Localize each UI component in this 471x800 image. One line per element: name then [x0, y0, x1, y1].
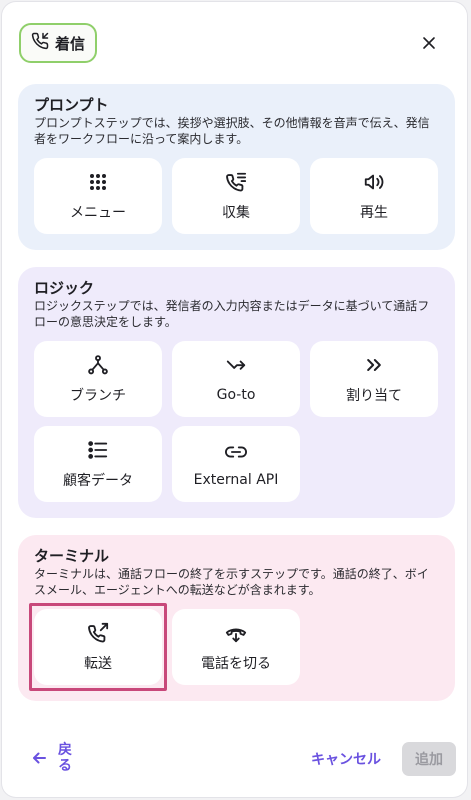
back-button[interactable]: 戻る — [32, 742, 74, 774]
tile-transfer[interactable]: 転送 — [29, 603, 167, 691]
header-title: 着信 — [54, 34, 85, 53]
incoming-call-icon — [31, 32, 49, 54]
tile-label: 転送 — [84, 655, 112, 672]
tile-label: ブランチ — [70, 387, 126, 404]
tile-goto[interactable]: Go-to — [172, 341, 300, 417]
tile-menu[interactable]: メニュー — [34, 158, 162, 234]
prompt-section: プロンプト プロンプトステップでは、挨拶や選択肢、その他情報を音声で伝え、発信者… — [18, 84, 455, 250]
incoming-call-badge: 着信 — [19, 23, 97, 63]
section-title: プロンプト — [34, 96, 109, 114]
tile-label: 再生 — [360, 204, 388, 221]
phone-forward-icon — [87, 622, 109, 644]
logic-section: ロジック ロジックステップでは、発信者の入力内容またはデータに基づいて通話フロー… — [18, 267, 455, 518]
section-description: ロジックステップでは、発信者の入力内容またはデータに基づいて通話フローの意思決定… — [34, 299, 430, 329]
step-picker-dialog: 着信 プロンプト プロンプトステップでは、挨拶や選択肢、その他情報を音声で伝え、… — [2, 2, 467, 797]
speaker-icon — [363, 171, 385, 193]
branch-icon — [87, 354, 109, 376]
tile-branch[interactable]: ブランチ — [34, 341, 162, 417]
tile-label: メニュー — [70, 204, 126, 221]
section-title: ターミナル — [34, 547, 110, 565]
tile-label: Go-to — [216, 386, 256, 403]
list-icon — [87, 439, 109, 461]
double-chevron-icon — [364, 354, 384, 376]
section-description: プロンプトステップでは、挨拶や選択肢、その他情報を音声で伝え、発信者をワークフロ… — [34, 116, 430, 146]
back-label: 戻る — [58, 742, 72, 774]
grid-dots-icon — [89, 171, 107, 193]
link-icon — [224, 441, 248, 463]
section-title: ロジック — [34, 279, 95, 297]
terminal-section: ターミナル ターミナルは、通話フローの終了を示すステップです。通話の終了、ボイス… — [18, 535, 455, 701]
tile-label: 割り当て — [346, 387, 402, 404]
close-button[interactable] — [415, 29, 443, 57]
tile-external-api[interactable]: External API — [172, 426, 300, 502]
tile-play[interactable]: 再生 — [310, 158, 438, 234]
tile-label: 収集 — [222, 204, 250, 221]
close-icon — [423, 37, 435, 49]
tile-collect[interactable]: 収集 — [172, 158, 300, 234]
add-button[interactable]: 追加 — [402, 742, 456, 776]
tile-assign[interactable]: 割り当て — [310, 341, 438, 417]
phone-keypad-icon — [225, 171, 247, 193]
tile-label: External API — [193, 471, 279, 488]
tile-customer-data[interactable]: 顧客データ — [34, 426, 162, 502]
goto-arrow-icon — [225, 356, 247, 378]
arrow-left-icon — [33, 752, 46, 764]
cancel-button[interactable]: キャンセル — [311, 749, 381, 769]
section-description: ターミナルは、通話フローの終了を示すステップです。通話の終了、ボイスメール、エー… — [34, 567, 429, 597]
tile-hang-up[interactable]: 電話を切る — [172, 609, 300, 685]
tile-label: 電話を切る — [201, 655, 271, 672]
hang-up-icon — [224, 622, 248, 644]
tile-label: 顧客データ — [63, 472, 133, 489]
